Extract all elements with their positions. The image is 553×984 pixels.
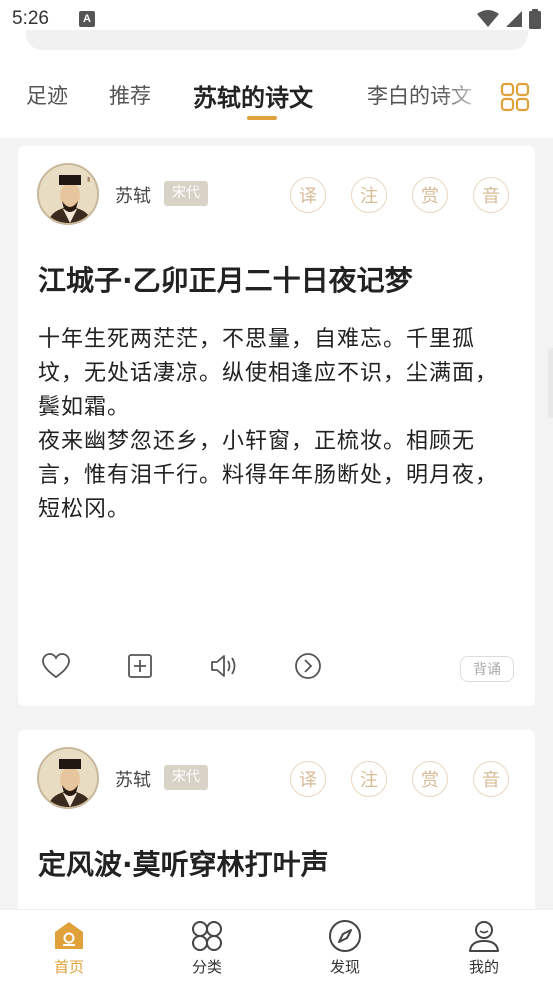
notification-icon: A [78, 11, 95, 27]
author-name[interactable]: 苏轼 [115, 766, 151, 792]
dynasty-badge: 宋代 [164, 765, 208, 790]
poem-body: 十年生死两茫茫，不思量，自难忘。千里孤坟，无处话凄凉。纵使相逢应不识，尘满面，鬓… [38, 323, 518, 527]
category-icon [192, 921, 222, 951]
nav-label: 发现 [329, 958, 360, 976]
poem-paragraph: 夜来幽梦忽还乡，小轩窗，正梳妆。相顾无言，惟有泪千行。料得年年肠断处，明月夜，短… [38, 429, 499, 522]
scroll-handle[interactable] [548, 348, 553, 418]
signal-icon [506, 11, 522, 27]
heart-icon[interactable] [40, 650, 72, 682]
tab-sushi-poems[interactable]: 苏轼的诗文 [193, 78, 313, 113]
poem-title[interactable]: 江城子·乙卯正月二十日夜记梦 [38, 259, 413, 299]
poem-tools: 译 注 赏 音 [290, 761, 509, 797]
author-avatar[interactable] [37, 747, 99, 809]
status-indicators [477, 9, 541, 29]
header: 足迹 推荐 苏轼的诗文 李白的诗文 [0, 30, 553, 138]
nav-label: 分类 [191, 958, 222, 976]
poem-title[interactable]: 定风波·莫听穿林打叶声 [38, 843, 329, 883]
annotate-button[interactable]: 注 [351, 761, 387, 797]
audio-button[interactable]: 音 [473, 761, 509, 797]
home-icon [55, 922, 83, 949]
nav-label: 我的 [468, 958, 499, 976]
bottom-nav: 首页 分类 发现 我的 [0, 909, 553, 984]
add-to-collection-icon[interactable] [124, 650, 156, 682]
poem-paragraph: 十年生死两茫茫，不思量，自难忘。千里孤坟，无处话凄凉。纵使相逢应不识，尘满面，鬓… [38, 327, 499, 420]
dynasty-badge: 宋代 [164, 181, 208, 206]
speaker-icon[interactable] [208, 650, 240, 682]
card-action-bar: 背诵 [40, 650, 520, 686]
nav-profile[interactable]: 我的 [444, 918, 524, 977]
tab-fade [440, 78, 498, 122]
nav-category[interactable]: 分类 [167, 918, 247, 977]
annotate-button[interactable]: 注 [351, 177, 387, 213]
nav-label: 首页 [53, 958, 84, 976]
author-avatar[interactable]: ▮ [37, 163, 99, 225]
appreciate-button[interactable]: 赏 [412, 177, 448, 213]
tab-footprints[interactable]: 足迹 [26, 80, 68, 110]
translate-button[interactable]: 译 [290, 761, 326, 797]
translate-button[interactable]: 译 [290, 177, 326, 213]
author-portrait-icon: ▮ [39, 165, 97, 223]
nav-home[interactable]: 首页 [29, 918, 109, 977]
next-arrow-icon[interactable] [292, 650, 324, 682]
active-tab-indicator [247, 116, 277, 120]
poem-card[interactable]: 苏轼 宋代 译 注 赏 音 定风波·莫听穿林打叶声 [18, 730, 535, 930]
compass-icon [329, 920, 361, 952]
tab-recommended[interactable]: 推荐 [109, 80, 151, 110]
svg-text:▮: ▮ [87, 176, 90, 183]
poem-tools: 译 注 赏 音 [290, 177, 509, 213]
audio-button[interactable]: 音 [473, 177, 509, 213]
wifi-icon [477, 10, 499, 27]
appreciate-button[interactable]: 赏 [412, 761, 448, 797]
recite-button[interactable]: 背诵 [460, 656, 514, 682]
status-time: 5:26 [12, 8, 49, 29]
profile-icon [469, 921, 499, 952]
author-name[interactable]: 苏轼 [115, 182, 151, 208]
grid-menu-icon[interactable] [500, 82, 530, 112]
author-portrait-icon [39, 749, 97, 807]
search-bar[interactable] [26, 30, 528, 50]
poem-card[interactable]: ▮ 苏轼 宋代 译 注 赏 音 江城子·乙卯正月二十日夜记梦 十年生死两茫茫，不… [18, 146, 535, 706]
battery-icon [529, 9, 541, 29]
nav-discover[interactable]: 发现 [305, 918, 385, 977]
